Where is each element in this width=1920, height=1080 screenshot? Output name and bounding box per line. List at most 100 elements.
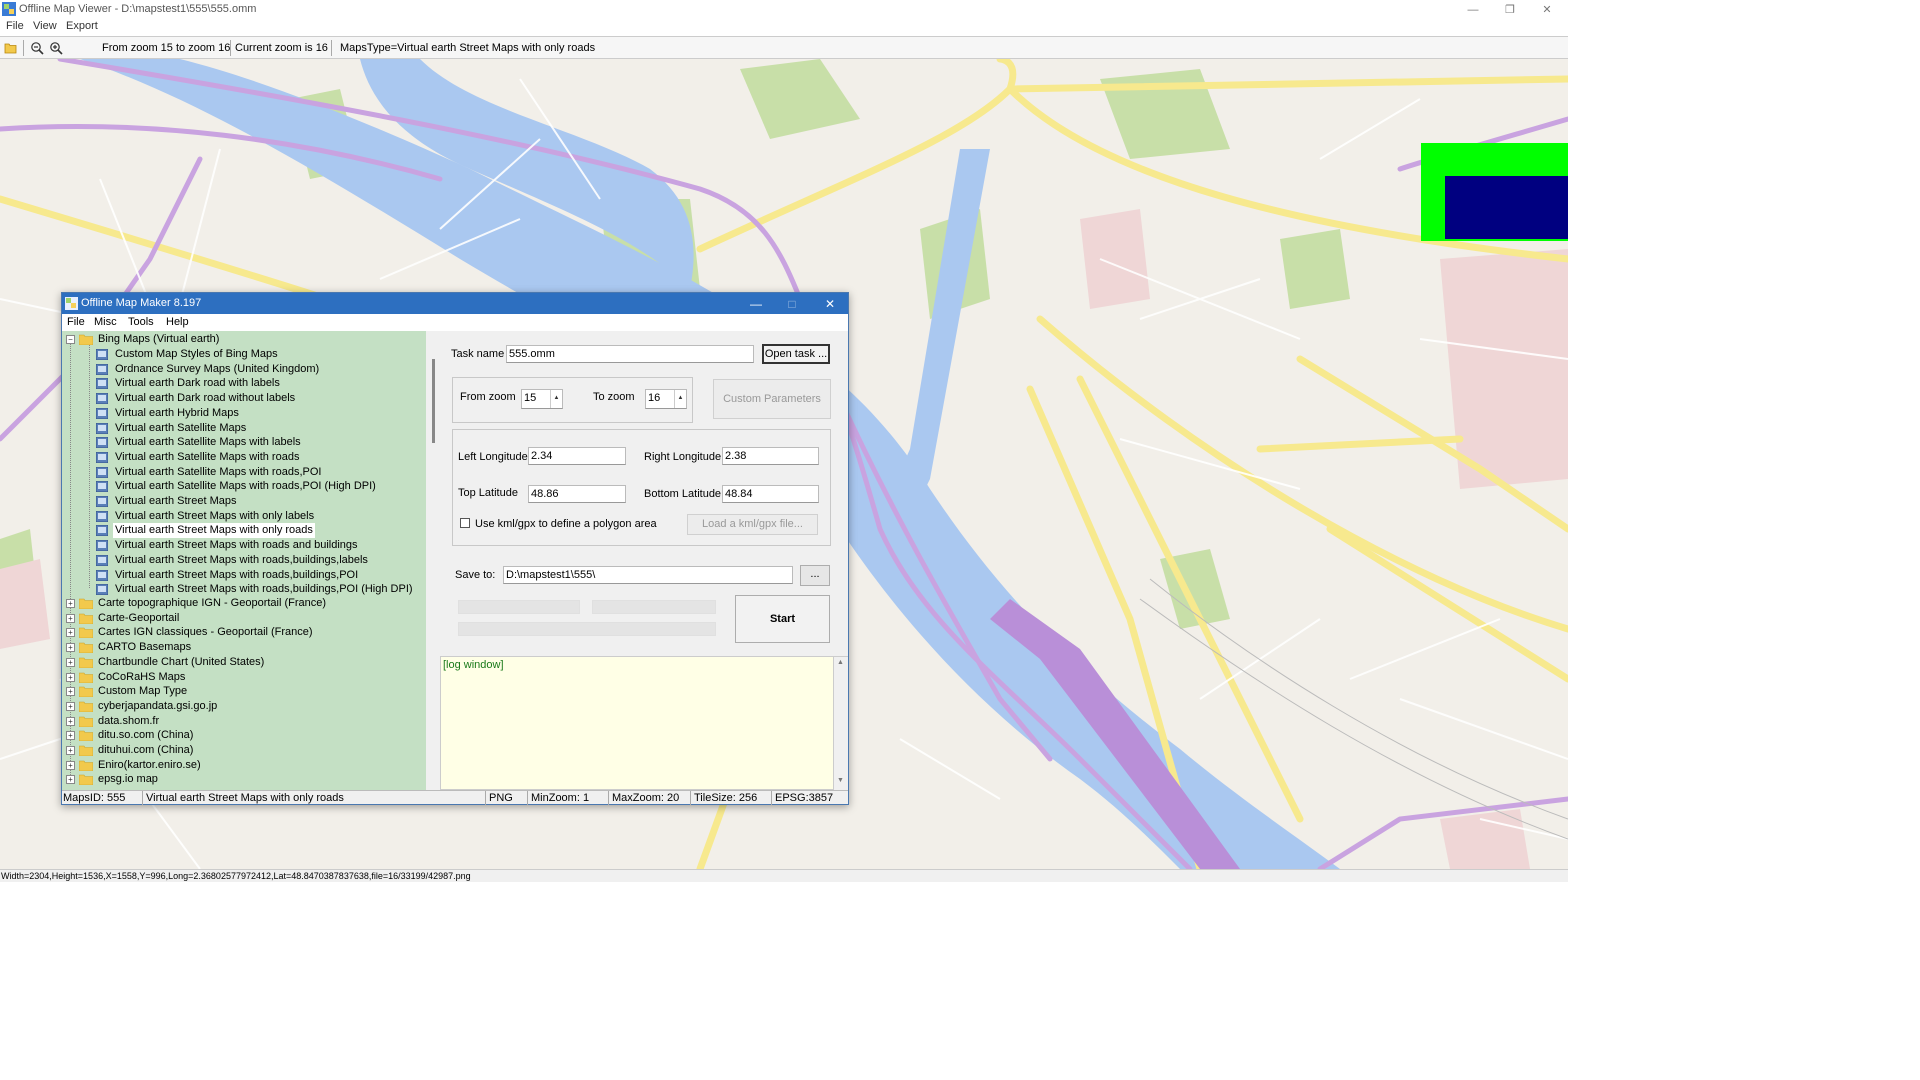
expand-icon[interactable]: +: [66, 687, 75, 697]
expand-icon[interactable]: +: [66, 701, 75, 711]
to-zoom-spinner[interactable]: 16 ▲▼: [645, 389, 687, 409]
expand-icon[interactable]: +: [66, 657, 75, 667]
browse-folder-button[interactable]: ...: [800, 565, 830, 586]
map-type-icon: [96, 540, 108, 552]
expand-icon[interactable]: +: [66, 628, 75, 638]
expand-icon[interactable]: +: [66, 643, 75, 653]
folder-icon: [79, 672, 93, 683]
overview-minimap[interactable]: [1421, 143, 1568, 241]
map-type-icon: [96, 525, 108, 537]
dialog-maximize-button[interactable]: □: [774, 293, 810, 314]
from-zoom-spinner[interactable]: 15 ▲▼: [521, 389, 563, 409]
tree-item-label: Virtual earth Street Maps with roads,bui…: [115, 568, 359, 581]
status-bar: Width=2304,Height=1536,X=1558,Y=996,Long…: [0, 869, 1568, 882]
custom-parameters-button[interactable]: Custom Parameters: [713, 379, 831, 419]
overview-viewport[interactable]: [1445, 176, 1568, 239]
epsg-text: EPSG:3857: [775, 792, 834, 804]
tree-folder-label: cyberjapandata.gsi.go.jp: [98, 699, 218, 712]
tree-folder-label: Carte-Geoportail: [98, 611, 180, 624]
toolbar: From zoom 15 to zoom 16 Current zoom is …: [0, 36, 1568, 59]
spinner-arrows-icon[interactable]: ▲▼: [550, 390, 562, 408]
folder-icon: [79, 760, 93, 771]
left-longitude-input[interactable]: 2.34: [528, 447, 626, 465]
map-type-icon: [96, 569, 108, 581]
kml-polygon-checkbox[interactable]: [460, 518, 470, 528]
from-zoom-value: 15: [524, 392, 537, 404]
dialog-minimize-button[interactable]: —: [738, 293, 774, 314]
dialog-menu-help[interactable]: Help: [166, 316, 189, 328]
log-scrollbar[interactable]: ▲ ▼: [834, 656, 848, 790]
minimize-button[interactable]: —: [1453, 0, 1493, 19]
tree-item-label: Virtual earth Dark road with labels: [115, 377, 280, 390]
tree-folder-label: epsg.io map: [98, 773, 158, 786]
save-to-input[interactable]: D:\mapstest1\555\: [503, 566, 793, 584]
expand-icon[interactable]: +: [66, 731, 75, 741]
menu-view[interactable]: View: [33, 20, 57, 32]
scroll-up-icon[interactable]: ▲: [837, 659, 844, 666]
from-zoom-label: From zoom: [460, 391, 516, 403]
dialog-close-button[interactable]: ✕: [812, 293, 848, 314]
collapse-icon[interactable]: −: [66, 335, 75, 344]
maps-id-text: MapsID: 555: [63, 792, 126, 804]
folder-icon: [79, 716, 93, 727]
folder-icon: [79, 686, 93, 698]
tree-folder-label: Carte topographique IGN - Geoportail (Fr…: [98, 597, 327, 609]
tree-scrollbar[interactable]: [426, 331, 440, 790]
bottom-latitude-input[interactable]: 48.84: [722, 485, 819, 503]
maps-type-text: MapsType=Virtual earth Street Maps with …: [340, 42, 596, 54]
coordinates-status-text: Width=2304,Height=1536,X=1558,Y=996,Long…: [1, 871, 471, 881]
log-window[interactable]: [log window]: [440, 656, 834, 790]
zoom-range-text: From zoom 15 to zoom 16: [102, 42, 231, 54]
menu-export[interactable]: Export: [66, 20, 98, 32]
toolbar-separator: [23, 40, 24, 56]
tree-item-label: Virtual earth Satellite Maps: [115, 421, 247, 434]
open-task-button[interactable]: Open task ...: [762, 344, 830, 364]
tree-item-label: Virtual earth Satellite Maps with labels: [115, 436, 301, 449]
log-text: [log window]: [443, 659, 504, 671]
map-type-icon: [96, 510, 108, 522]
expand-icon[interactable]: +: [66, 760, 75, 770]
tree-folder-label: Custom Map Type: [98, 685, 188, 698]
map-type-icon: [96, 393, 108, 405]
close-button[interactable]: ✕: [1527, 0, 1567, 19]
expand-icon[interactable]: +: [66, 716, 75, 726]
kml-polygon-label: Use kml/gpx to define a polygon area: [475, 518, 657, 530]
menu-file[interactable]: File: [6, 20, 24, 32]
expand-icon[interactable]: +: [66, 599, 75, 608]
tree-scrollbar-thumb[interactable]: [432, 359, 435, 443]
restore-button[interactable]: ❐: [1490, 0, 1530, 19]
open-folder-icon[interactable]: [4, 41, 18, 55]
status-separator: [690, 791, 691, 805]
map-type-icon: [96, 422, 108, 434]
start-button[interactable]: Start: [735, 595, 830, 643]
right-longitude-input[interactable]: 2.38: [722, 447, 819, 465]
tree-folder-label: dituhui.com (China): [98, 744, 194, 756]
window-title: Offline Map Viewer - D:\mapstest1\555\55…: [19, 3, 257, 15]
zoom-in-icon[interactable]: [49, 41, 63, 55]
status-separator: [527, 791, 528, 805]
folder-icon: [79, 613, 93, 624]
app-map-icon: [2, 2, 16, 16]
format-text: PNG: [489, 792, 513, 804]
tree-item-label: Virtual earth Street Maps with only labe…: [115, 509, 315, 522]
dialog-menu-misc[interactable]: Misc: [94, 316, 117, 328]
expand-icon[interactable]: +: [66, 746, 75, 755]
task-name-input[interactable]: 555.omm: [506, 345, 754, 363]
tree-folder-label: Cartes IGN classiques - Geoportail (Fran…: [98, 626, 313, 639]
dialog-menu-file[interactable]: File: [67, 316, 85, 328]
current-zoom-text: Current zoom is 16: [235, 42, 328, 54]
zoom-out-icon[interactable]: [30, 41, 44, 55]
progress-bar-2: [592, 600, 716, 614]
expand-icon[interactable]: +: [66, 672, 75, 682]
expand-icon[interactable]: +: [66, 613, 75, 623]
scroll-down-icon[interactable]: ▼: [837, 777, 844, 784]
dialog-menu-tools[interactable]: Tools: [128, 316, 154, 328]
expand-icon[interactable]: +: [66, 775, 75, 785]
status-separator: [608, 791, 609, 805]
map-type-tree[interactable]: − Bing Maps (Virtual earth) Custom Map S…: [62, 331, 438, 790]
spinner-arrows-icon[interactable]: ▲▼: [674, 390, 686, 408]
top-latitude-input[interactable]: 48.86: [528, 485, 626, 503]
tree-item-label: Virtual earth Street Maps: [115, 495, 237, 507]
folder-icon: [79, 730, 93, 742]
load-kml-button[interactable]: Load a kml/gpx file...: [687, 514, 818, 535]
